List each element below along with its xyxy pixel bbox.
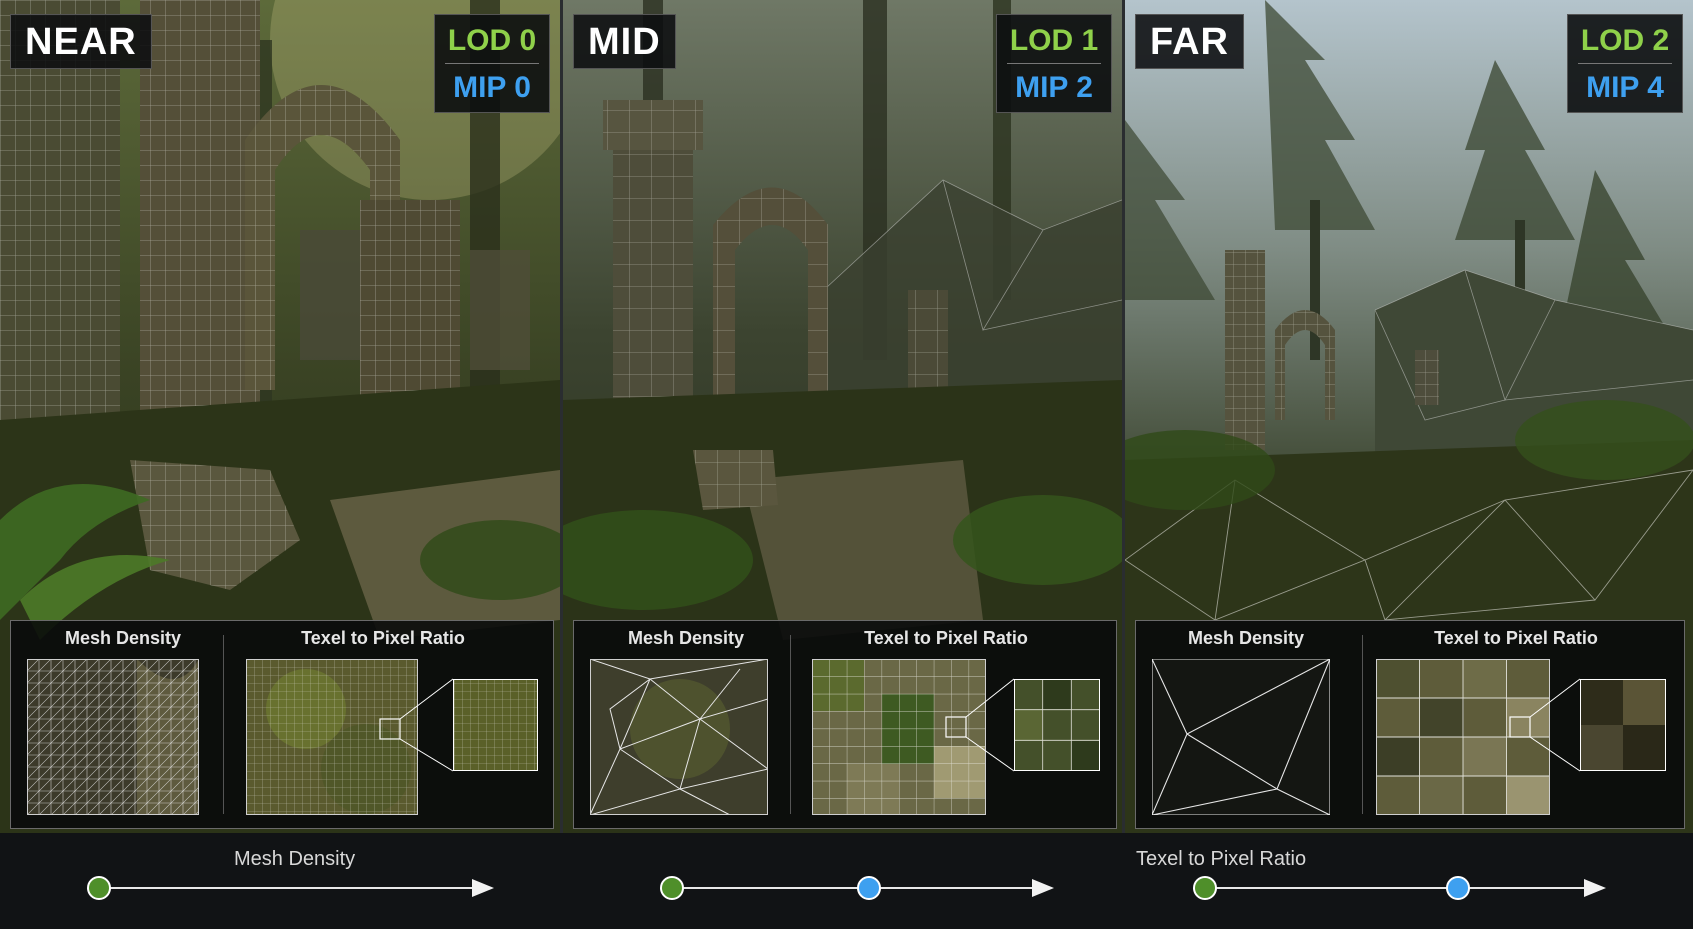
mip-level-mid: MIP 2 [1015, 71, 1093, 104]
arrowhead-icon [1032, 879, 1054, 897]
lod-level-near: LOD 0 [447, 24, 537, 57]
inset-divider [790, 635, 791, 814]
inset-divider [223, 635, 224, 814]
texel-ratio-thumbnail-far [1376, 659, 1666, 815]
texel-ratio-title-mid: Texel to Pixel Ratio [864, 628, 1028, 648]
axis-near [87, 876, 494, 900]
axis-mid [660, 876, 1054, 900]
arrowhead-icon [1584, 879, 1606, 897]
lod-marker-green [660, 876, 684, 900]
badge-divider [1007, 63, 1101, 64]
mip-level-near: MIP 0 [453, 71, 531, 104]
texel-ratio-title-near: Texel to Pixel Ratio [301, 628, 465, 648]
axis-far [1193, 876, 1606, 900]
mesh-density-title-near: Mesh Density [64, 628, 182, 648]
arrowhead-icon [472, 879, 494, 897]
mesh-density-thumbnail-near [27, 659, 199, 815]
lod-progress-axes [87, 876, 1606, 900]
inset-panel-far: Mesh Density Texel to Pixel Ratio [1135, 620, 1685, 829]
lod-mip-badge-mid: LOD 1 MIP 2 [996, 14, 1112, 113]
badge-divider [1578, 63, 1672, 64]
mesh-density-thumbnail-mid [590, 659, 768, 815]
texel-ratio-title-far: Texel to Pixel Ratio [1434, 628, 1598, 648]
texel-ratio-thumbnail-mid [812, 659, 1100, 815]
lod-level-far: LOD 2 [1580, 24, 1670, 57]
inset-divider [1362, 635, 1363, 814]
distance-label-near: NEAR [10, 14, 152, 69]
inset-panel-near: Mesh Density Texel to Pixel Ratio [10, 620, 554, 829]
mip-marker-blue [857, 876, 881, 900]
legend-bar: Mesh Density Texel to Pixel Ratio [0, 833, 1693, 929]
mesh-density-title-far: Mesh Density [1187, 628, 1305, 648]
mesh-density-title-mid: Mesh Density [627, 628, 745, 648]
panel-mid: MID LOD 1 MIP 2 Mesh Density Texel to Pi… [563, 0, 1125, 833]
badge-divider [445, 63, 539, 64]
lod-level-mid: LOD 1 [1009, 24, 1099, 57]
lod-marker-green [87, 876, 111, 900]
lod-mip-badge-near: LOD 0 MIP 0 [434, 14, 550, 113]
panel-far: FAR LOD 2 MIP 4 Mesh Density Texel to Pi… [1125, 0, 1693, 833]
inset-panel-mid: Mesh Density Texel to Pixel Ratio [573, 620, 1117, 829]
mip-level-far: MIP 4 [1586, 71, 1664, 104]
distance-label-mid: MID [573, 14, 676, 69]
lod-marker-green [1193, 876, 1217, 900]
panel-near: NEAR LOD 0 MIP 0 Mesh Density Texel to P… [0, 0, 563, 833]
texel-ratio-thumbnail-near [246, 659, 538, 815]
distance-label-far: FAR [1135, 14, 1244, 69]
lod-mip-badge-far: LOD 2 MIP 4 [1567, 14, 1683, 113]
mesh-density-thumbnail-far [1152, 659, 1330, 815]
mip-marker-blue [1446, 876, 1470, 900]
